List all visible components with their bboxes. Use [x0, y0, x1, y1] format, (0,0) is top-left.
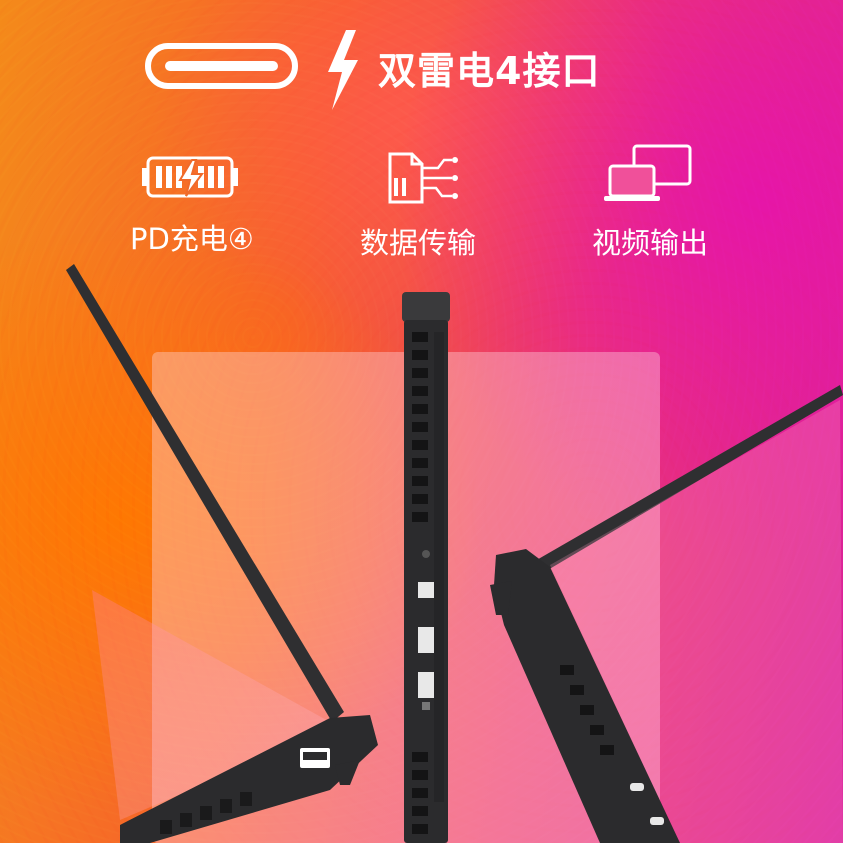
feature-video-output: 视频输出: [585, 142, 715, 262]
usb-port: [418, 672, 434, 698]
usb-c-port-icon: [145, 43, 298, 89]
thunderbolt-port-1: [630, 783, 644, 791]
feature-label: PD充电④: [130, 222, 254, 256]
hdmi-port: [418, 627, 434, 653]
banner: 双雷电4接口 PD充电④ 数据传输 视频输出: [0, 0, 843, 843]
battery-charging-icon: [142, 156, 238, 198]
ethernet-port: [418, 582, 434, 598]
feature-pd-charging: PD充电④: [130, 150, 254, 258]
feature-label: 数据传输: [359, 226, 476, 260]
feature-label: 视频输出: [591, 226, 708, 260]
feature-data-transfer: 数据传输: [355, 148, 481, 262]
laptop-right-side: [490, 385, 843, 843]
headline: 双雷电4接口: [378, 49, 601, 93]
data-transfer-icon: [388, 152, 458, 204]
laptop-center-rear: [402, 292, 450, 843]
thunderbolt-port-2: [650, 817, 664, 825]
thunderbolt-icon: [328, 30, 358, 110]
dual-monitor-icon: [604, 144, 692, 201]
laptop-left-side: [66, 264, 378, 843]
